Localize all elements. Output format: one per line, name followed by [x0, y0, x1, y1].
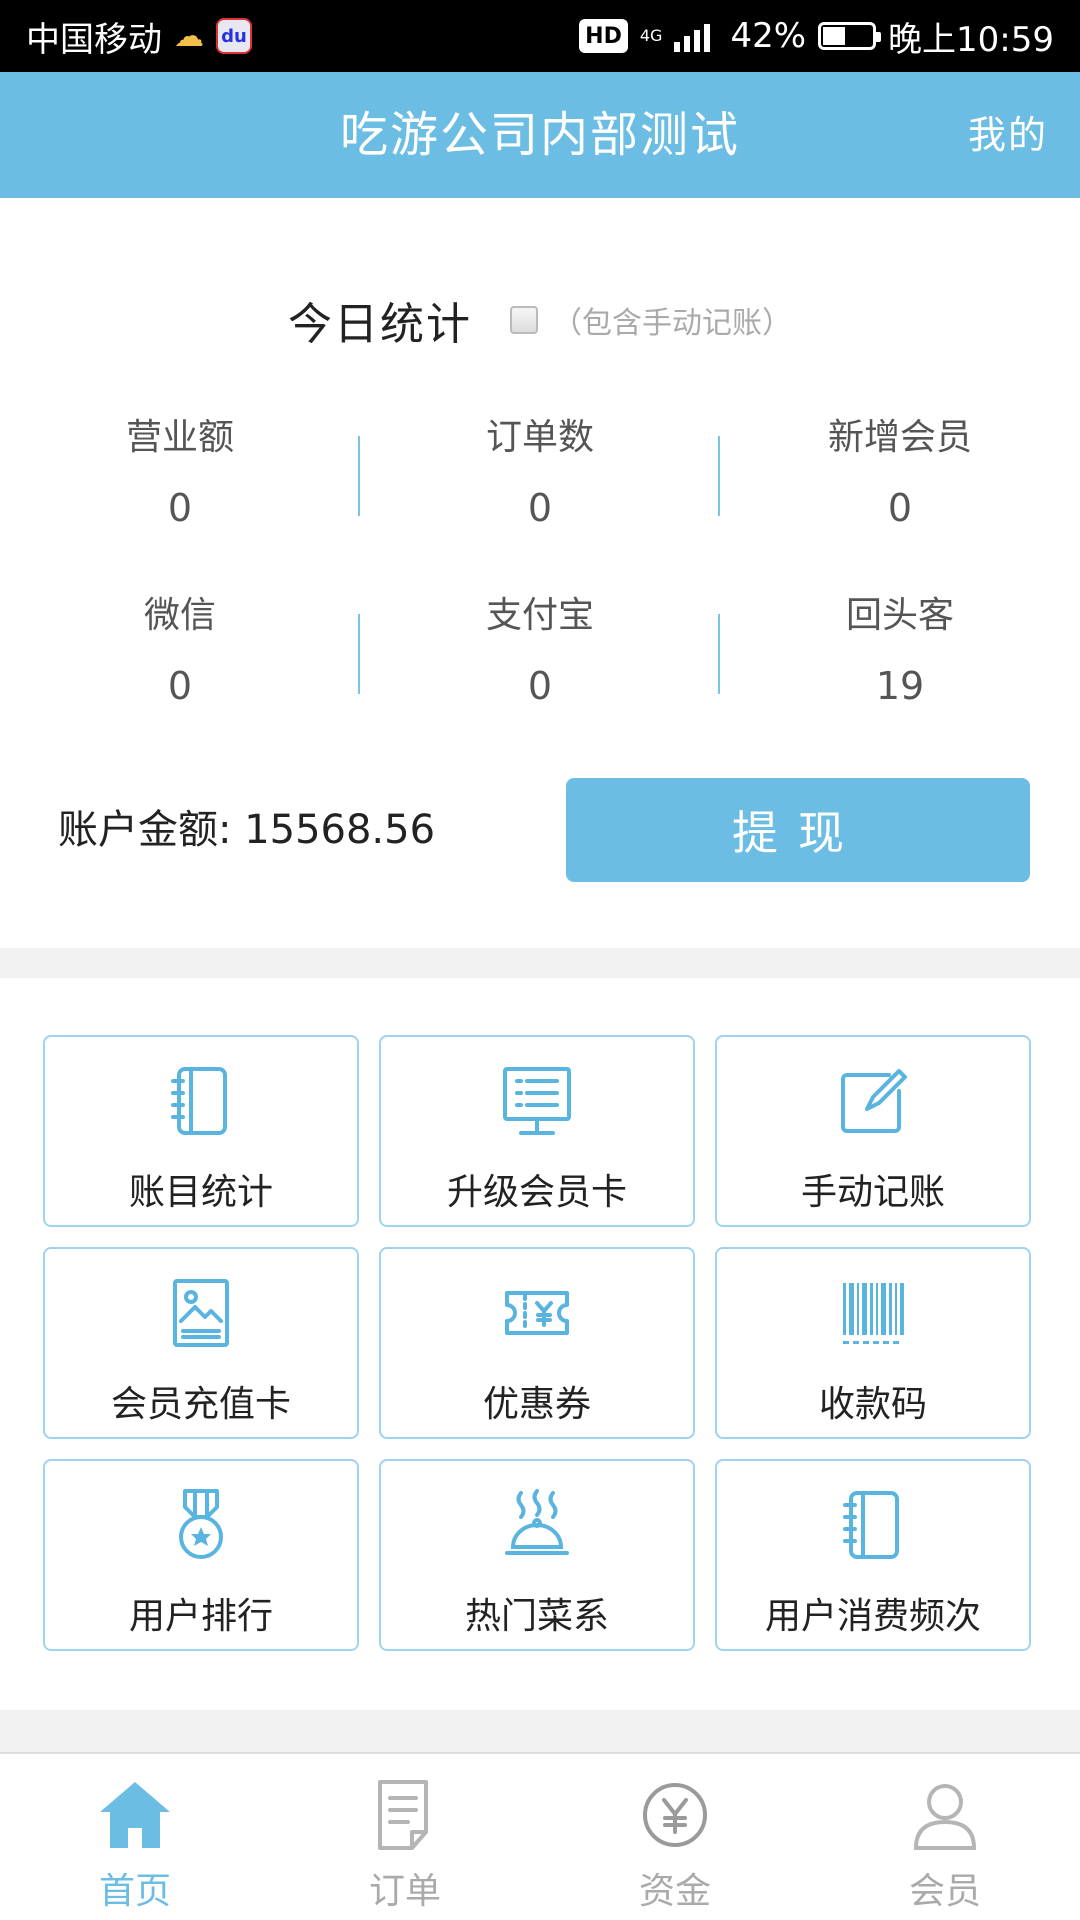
- stat-value: 0: [527, 486, 553, 530]
- tab-members[interactable]: 会员: [810, 1754, 1080, 1920]
- signal-icon: [674, 24, 711, 52]
- stat-value: 0: [887, 486, 913, 530]
- stat-alipay: 支付宝 0: [360, 586, 720, 764]
- notebook-icon: [717, 1485, 1029, 1565]
- tile-popular-cuisine[interactable]: 热门菜系: [379, 1459, 695, 1651]
- tab-funds[interactable]: 资金: [540, 1754, 810, 1920]
- stat-label: 微信: [143, 595, 216, 636]
- tile-account-stats[interactable]: 账目统计: [43, 1035, 359, 1227]
- user-icon: [810, 1774, 1080, 1856]
- stat-orders: 订单数 0: [360, 408, 720, 586]
- tile-consumption-frequency[interactable]: 用户消费频次: [715, 1459, 1031, 1651]
- tile-user-ranking[interactable]: 用户排行: [43, 1459, 359, 1651]
- mine-button[interactable]: 我的: [968, 72, 1048, 198]
- battery-percent: 42%: [730, 16, 807, 56]
- bottom-tab-bar: 首页 订单 资金 会员: [0, 1752, 1080, 1920]
- home-icon: [0, 1774, 270, 1856]
- stat-label: 回头客: [845, 595, 954, 636]
- carrier-label: 中国移动: [26, 19, 162, 60]
- baidu-app-icon: du: [216, 18, 252, 54]
- withdraw-button[interactable]: 提现: [566, 778, 1030, 882]
- stat-label: 订单数: [485, 417, 594, 458]
- tab-home[interactable]: 首页: [0, 1754, 270, 1920]
- function-panel: 账目统计 升级会员卡 手动记账 会员充值卡 优惠券 收款码 用户排行 热门菜系 …: [0, 978, 1080, 1710]
- tile-label: 优惠券: [482, 1384, 591, 1425]
- edit-icon: [717, 1061, 1029, 1141]
- stat-value: 0: [527, 664, 553, 708]
- stat-label: 营业额: [125, 417, 234, 458]
- food-cloche-icon: [381, 1485, 693, 1565]
- picture-card-icon: [45, 1273, 357, 1353]
- stat-revenue: 营业额 0: [0, 408, 360, 586]
- page-title: 吃游公司内部测试: [339, 107, 740, 163]
- notebook-icon: [45, 1061, 357, 1141]
- tile-manual-entry[interactable]: 手动记账: [715, 1035, 1031, 1227]
- tile-label: 账目统计: [128, 1172, 273, 1213]
- tile-label: 用户消费频次: [764, 1596, 981, 1637]
- today-stats-title: 今日统计: [288, 299, 472, 350]
- tile-upgrade-card[interactable]: 升级会员卡: [379, 1035, 695, 1227]
- stat-grid: 营业额 0 订单数 0 新增会员 0 微信 0 支付宝 0 回头客 19: [0, 408, 1080, 764]
- clock: 晚上10:59: [888, 19, 1054, 60]
- function-grid: 账目统计 升级会员卡 手动记账 会员充值卡 优惠券 收款码 用户排行 热门菜系 …: [43, 1035, 1035, 1651]
- weather-cloud-icon: ☁: [174, 18, 204, 54]
- tile-coupons[interactable]: 优惠券: [379, 1247, 695, 1439]
- tile-payment-code[interactable]: 收款码: [715, 1247, 1031, 1439]
- tile-label: 升级会员卡: [446, 1172, 627, 1213]
- stat-label: 新增会员: [827, 417, 972, 458]
- coupon-icon: [381, 1273, 693, 1353]
- stat-value: 0: [167, 486, 193, 530]
- tile-label: 热门菜系: [464, 1596, 609, 1637]
- today-stats-panel: 今日统计 （包含手动记账） 营业额 0 订单数 0 新增会员 0 微信 0 支付…: [0, 198, 1080, 948]
- include-manual-label: （包含手动记账）: [552, 306, 792, 341]
- stat-row: 微信 0 支付宝 0 回头客 19: [0, 586, 1080, 764]
- tile-label: 用户排行: [128, 1596, 273, 1637]
- stat-row: 营业额 0 订单数 0 新增会员 0: [0, 408, 1080, 586]
- stat-returning-customers: 回头客 19: [720, 586, 1080, 764]
- stat-wechat: 微信 0: [0, 586, 360, 764]
- document-icon: [270, 1774, 540, 1856]
- medal-icon: [45, 1485, 357, 1565]
- app-header: 吃游公司内部测试 我的: [0, 72, 1080, 198]
- stat-label: 支付宝: [485, 595, 594, 636]
- tile-member-recharge[interactable]: 会员充值卡: [43, 1247, 359, 1439]
- tab-orders[interactable]: 订单: [270, 1754, 540, 1920]
- status-bar: 中国移动 ☁ du HD 4G 42% 晚上10:59: [0, 0, 1080, 72]
- stat-value: 0: [167, 664, 193, 708]
- tab-label: 首页: [98, 1871, 171, 1912]
- tile-label: 会员充值卡: [110, 1384, 291, 1425]
- stat-value: 19: [875, 664, 925, 708]
- tile-label: 收款码: [818, 1384, 927, 1425]
- tab-label: 会员: [908, 1871, 981, 1912]
- today-stats-header: 今日统计 （包含手动记账）: [0, 288, 1080, 352]
- include-manual-checkbox[interactable]: [510, 306, 538, 334]
- tab-label: 资金: [638, 1871, 711, 1912]
- monitor-list-icon: [381, 1061, 693, 1141]
- stat-new-members: 新增会员 0: [720, 408, 1080, 586]
- battery-icon: [818, 22, 882, 50]
- barcode-icon: [717, 1273, 1029, 1353]
- tab-label: 订单: [368, 1871, 441, 1912]
- network-type-label: 4G: [639, 26, 663, 45]
- tile-label: 手动记账: [800, 1172, 945, 1213]
- hd-badge: HD: [579, 19, 628, 53]
- account-row: 账户金额: 15568.56 提现: [0, 778, 1080, 882]
- account-balance: 账户金额: 15568.56: [58, 807, 436, 853]
- yen-coin-icon: [540, 1774, 810, 1856]
